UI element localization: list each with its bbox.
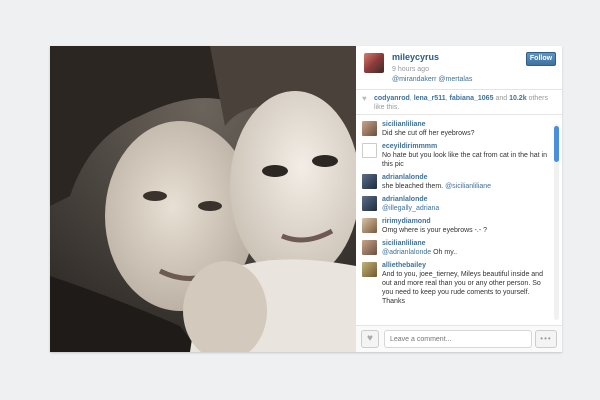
follow-button[interactable]: Follow (526, 52, 556, 66)
avatar[interactable] (362, 262, 377, 277)
comment-item: ririmydiamond Omg where is your eyebrows… (356, 217, 562, 235)
liker-link[interactable]: lena_r511 (414, 95, 446, 102)
comment-mention[interactable]: @adrianlalonde (382, 249, 431, 256)
post-username[interactable]: mileycyrus (392, 53, 439, 62)
comment-input[interactable] (384, 330, 532, 348)
like-button[interactable]: ♥ (361, 330, 379, 348)
comment-username[interactable]: adrianlalonde (382, 173, 548, 182)
avatar[interactable] (362, 240, 377, 255)
comments-scrollbar[interactable] (554, 124, 559, 320)
instagram-post-card: mileycyrus 9 hours ago @mirandakerr @mer… (50, 46, 562, 352)
comment-mention[interactable]: @illegally_adriana (382, 205, 439, 212)
likes-count[interactable]: 10.2k (509, 95, 527, 102)
scrollbar-thumb[interactable] (554, 126, 559, 162)
post-time: 9 hours ago (392, 66, 429, 73)
comment-username[interactable]: sicilianliliane (382, 120, 548, 129)
comment-text: And to you, joee_tierney, Mileys beautif… (382, 271, 543, 305)
comment-footer: ♥ ••• (356, 325, 562, 352)
more-button[interactable]: ••• (535, 330, 557, 348)
post-side-panel: mileycyrus 9 hours ago @mirandakerr @mer… (356, 46, 562, 352)
comment-text: Oh my.. (433, 249, 458, 256)
comment-username[interactable]: ririmydiamond (382, 217, 548, 226)
comment-text: she bleached them. (382, 183, 444, 190)
post-photo[interactable] (50, 46, 356, 352)
comment-item: adrianlalonde @illegally_adriana (356, 195, 562, 213)
post-header: mileycyrus 9 hours ago @mirandakerr @mer… (356, 46, 562, 90)
comments-list[interactable]: sicilianliliane Did she cut off her eyeb… (356, 118, 562, 325)
liker-link[interactable]: fabiana_1065 (450, 95, 494, 102)
post-mentions[interactable]: @mirandakerr @mertalas (392, 75, 472, 84)
avatar[interactable] (362, 174, 377, 189)
photo-image (50, 46, 356, 352)
avatar[interactable] (364, 53, 384, 73)
comment-item: alliethebailey And to you, joee_tierney,… (356, 261, 562, 306)
avatar[interactable] (362, 196, 377, 211)
comment-item: adrianlalonde she bleached them. @sicili… (356, 173, 562, 191)
comment-text: Omg where is your eyebrows -.- ? (382, 227, 488, 234)
likes-and: and (495, 95, 508, 102)
comment-username[interactable]: sicilianliliane (382, 239, 548, 248)
comment-username[interactable]: eceyildirimmmm (382, 142, 548, 151)
comment-username[interactable]: adrianlalonde (382, 195, 548, 204)
avatar[interactable] (362, 143, 377, 158)
liker-link[interactable]: codyanrod (374, 95, 410, 102)
comment-item: sicilianliliane @adrianlalonde Oh my.. (356, 239, 562, 257)
comment-username[interactable]: alliethebailey (382, 261, 548, 270)
comment-mention[interactable]: @sicilianliliane (445, 183, 491, 190)
more-icon: ••• (540, 334, 552, 343)
heart-icon: ♥ (367, 333, 373, 344)
comment-item: sicilianliliane Did she cut off her eyeb… (356, 120, 562, 138)
comment-text: Did she cut off her eyebrows? (382, 130, 475, 137)
heart-icon: ♥ (362, 94, 367, 103)
comment-text: No hate but you look like the cat from c… (382, 152, 547, 168)
likes-summary: ♥ codyanrod, lena_r511, fabiana_1065 and… (356, 90, 562, 115)
comment-item: eceyildirimmmm No hate but you look like… (356, 142, 562, 169)
avatar[interactable] (362, 218, 377, 233)
avatar[interactable] (362, 121, 377, 136)
